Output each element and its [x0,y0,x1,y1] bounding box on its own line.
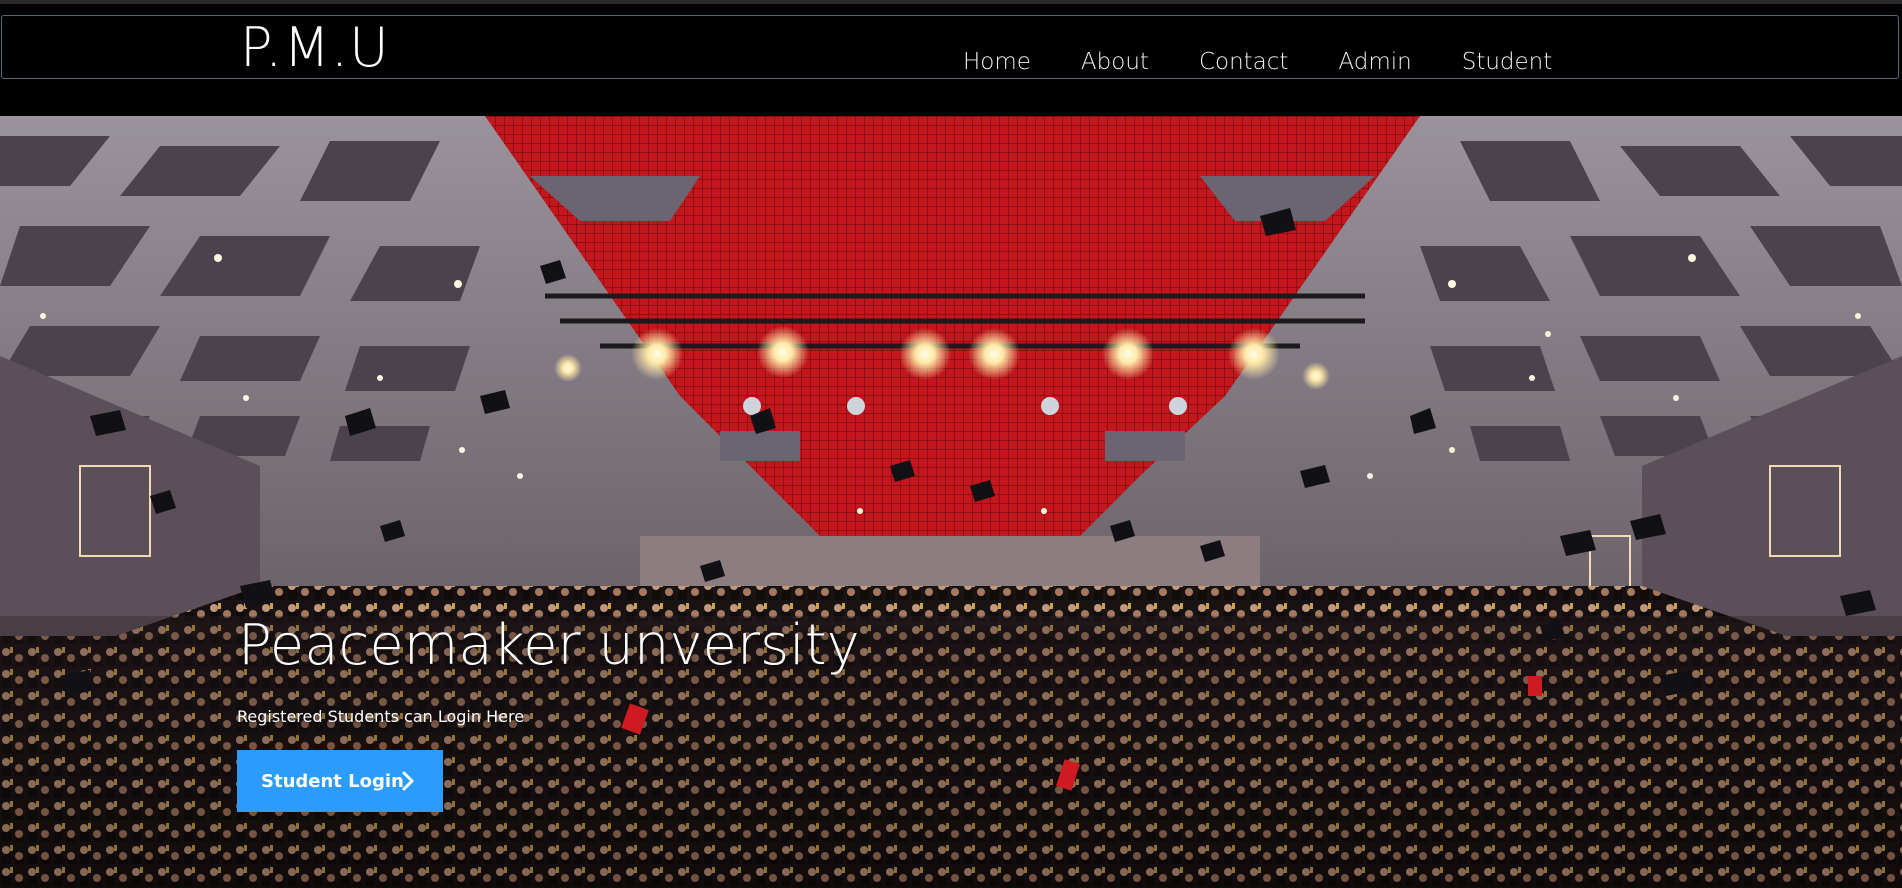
nav-link-about[interactable]: About [1081,48,1149,76]
hero-section: Peacemaker unversity Registered Students… [0,116,1902,888]
navbar: P.M.U Home About Contact Admin Student [1,15,1899,79]
main-nav: Home About Contact Admin Student [963,48,1602,76]
hero-subtitle: Registered Students can Login Here [237,707,525,726]
nav-link-student[interactable]: Student [1462,48,1553,76]
chevron-right-icon [402,771,414,791]
top-divider [0,0,1902,4]
nav-link-home[interactable]: Home [963,48,1031,76]
nav-link-contact[interactable]: Contact [1199,48,1288,76]
nav-link-admin[interactable]: Admin [1338,48,1411,76]
student-login-button[interactable]: Student Login [237,750,443,812]
student-login-label: Student Login [261,770,404,792]
page: P.M.U Home About Contact Admin Student P… [0,0,1902,888]
hero-title: Peacemaker unversity [238,613,860,678]
brand-logo-link[interactable]: P.M.U [240,18,390,78]
